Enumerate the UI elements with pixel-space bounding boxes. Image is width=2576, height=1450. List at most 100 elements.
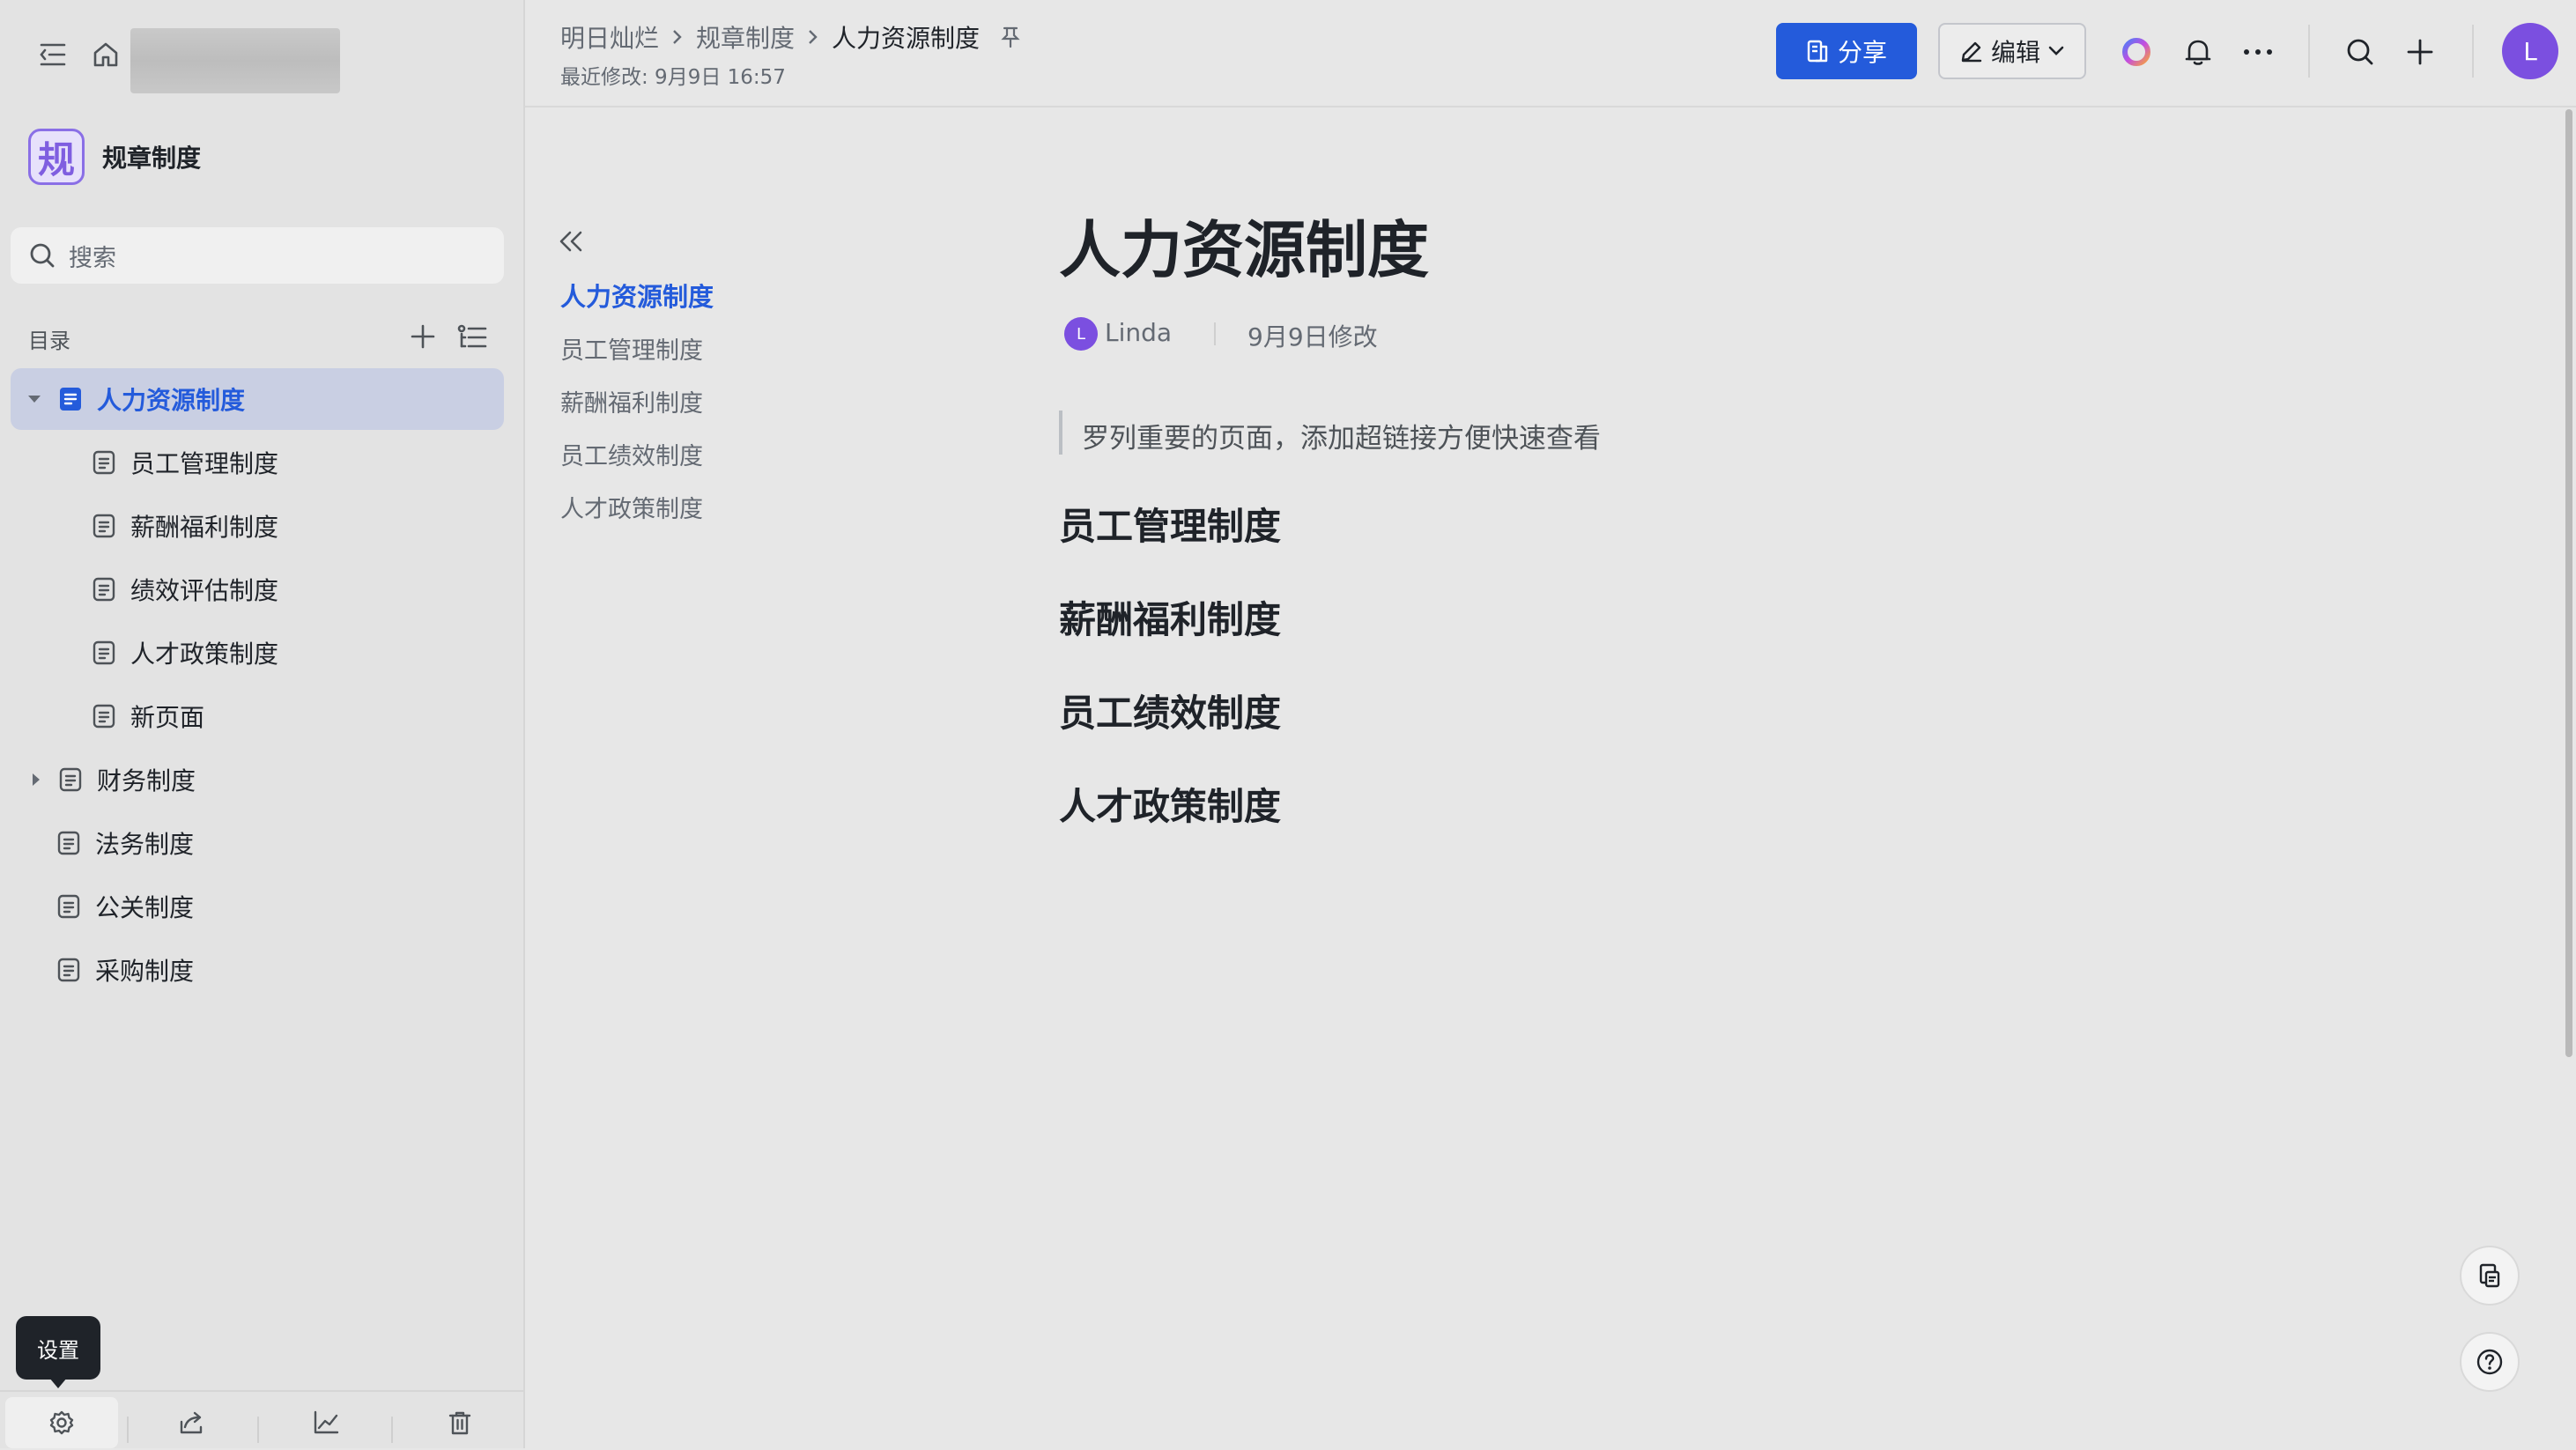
- breadcrumb-item-current[interactable]: 人力资源制度: [832, 19, 980, 55]
- last-modified: 最近修改: 9月9日 16:57: [560, 66, 786, 89]
- tree-item-hr[interactable]: 人力资源制度: [11, 368, 504, 430]
- chevron-right-icon: [809, 30, 818, 44]
- settings-tooltip: 设置: [16, 1316, 100, 1380]
- pencil-icon: [1961, 41, 1982, 63]
- breadcrumb-item-space[interactable]: 规章制度: [696, 19, 795, 55]
- global-search-icon[interactable]: [2340, 32, 2380, 72]
- header-divider-line: [525, 106, 2576, 107]
- tree-item-finance[interactable]: 财务制度: [11, 749, 196, 810]
- outline-item-performance[interactable]: 员工绩效制度: [560, 437, 703, 471]
- document-icon: [93, 640, 115, 665]
- breadcrumb: 明日灿烂 规章制度 人力资源制度: [560, 19, 1022, 55]
- author-name[interactable]: Linda: [1105, 318, 1172, 347]
- blurred-workspace-name: [130, 28, 340, 93]
- heading-talent[interactable]: 人才政策制度: [1059, 777, 1281, 831]
- search-placeholder: 搜索: [69, 244, 116, 272]
- share-out-button[interactable]: [157, 1401, 227, 1445]
- space-logo: 规: [28, 129, 85, 185]
- help-button[interactable]: [2460, 1332, 2520, 1392]
- document-icon: [93, 704, 115, 729]
- quote-bar: [1059, 411, 1062, 455]
- add-page-icon[interactable]: [405, 319, 440, 354]
- chart-line-icon: [314, 1410, 339, 1434]
- edit-label: 编辑: [1990, 38, 2040, 67]
- share-button[interactable]: 分享: [1776, 23, 1917, 79]
- collapse-outline-icon[interactable]: [553, 224, 588, 259]
- tree-item-new-page[interactable]: 新页面: [11, 685, 204, 747]
- create-icon[interactable]: [2400, 32, 2440, 72]
- tree-item-label: 员工管理制度: [130, 449, 279, 478]
- user-avatar[interactable]: L: [2502, 23, 2558, 79]
- more-icon[interactable]: [2238, 32, 2278, 72]
- tree-item-label: 人力资源制度: [97, 386, 246, 415]
- home-icon[interactable]: [86, 35, 125, 74]
- tree-item-procurement[interactable]: 采购制度: [11, 939, 194, 1001]
- header-divider: [2472, 25, 2474, 78]
- copy-doc-button[interactable]: [2460, 1246, 2520, 1306]
- outline-item-talent[interactable]: 人才政策制度: [560, 490, 703, 524]
- share-label: 分享: [1837, 38, 1887, 67]
- document-icon: [93, 577, 115, 602]
- author-avatar[interactable]: L: [1064, 317, 1098, 351]
- settings-button[interactable]: [5, 1397, 118, 1448]
- share-arrow-icon: [180, 1411, 203, 1434]
- tree-item-label: 新页面: [130, 703, 205, 732]
- tree-item-label: 绩效评估制度: [130, 576, 279, 605]
- document-title[interactable]: 人力资源制度: [1059, 201, 1429, 290]
- outline-item-salary[interactable]: 薪酬福利制度: [560, 384, 703, 418]
- chevron-down-icon: [2048, 46, 2064, 55]
- bell-icon[interactable]: [2178, 32, 2218, 72]
- tree-item-label: 采购制度: [95, 957, 195, 986]
- sidebar: 规 规章制度 搜索 目录 人力资源制度 员工管理制度 薪酬福利制度 绩效评估制度…: [0, 0, 525, 1448]
- tree-item-legal[interactable]: 法务制度: [11, 812, 194, 874]
- tree-item-label: 薪酬福利制度: [130, 513, 279, 542]
- space-name: 规章制度: [102, 144, 202, 173]
- caret-down-icon[interactable]: [26, 391, 42, 407]
- tooltip-arrow: [49, 1378, 67, 1388]
- search-input[interactable]: 搜索: [11, 227, 504, 284]
- tree-item-label: 法务制度: [95, 830, 195, 859]
- sidebar-bottom-toolbar: [0, 1390, 523, 1450]
- tree-item-performance[interactable]: 绩效评估制度: [11, 559, 278, 620]
- tree-item-label: 公关制度: [95, 893, 195, 922]
- heading-salary[interactable]: 薪酬福利制度: [1059, 590, 1281, 644]
- outline-item-hr[interactable]: 人力资源制度: [560, 277, 714, 314]
- caret-right-icon[interactable]: [28, 772, 44, 788]
- modified-date: 9月9日修改: [1247, 322, 1378, 351]
- toc-label: 目录: [28, 329, 70, 353]
- analytics-button[interactable]: [291, 1401, 361, 1445]
- quote-text[interactable]: 罗列重要的页面，添加超链接方便快速查看: [1082, 416, 1601, 455]
- chevron-right-icon: [673, 30, 682, 44]
- share-doc-icon: [1807, 40, 1828, 63]
- pin-icon[interactable]: [999, 26, 1022, 48]
- document-icon: [57, 894, 80, 919]
- heading-employee-mgmt[interactable]: 员工管理制度: [1059, 497, 1281, 551]
- document-icon: [57, 958, 80, 982]
- tree-item-label: 财务制度: [97, 766, 196, 795]
- ai-assistant-icon[interactable]: [2116, 32, 2157, 72]
- search-icon: [30, 243, 55, 268]
- outline-item-employee-mgmt[interactable]: 员工管理制度: [560, 331, 703, 366]
- tree-item-label: 人才政策制度: [130, 640, 279, 669]
- document-icon: [93, 514, 115, 538]
- tree-item-talent[interactable]: 人才政策制度: [11, 622, 278, 684]
- document-icon: [60, 388, 81, 411]
- tree-options-icon[interactable]: [453, 319, 492, 354]
- heading-performance[interactable]: 员工绩效制度: [1059, 684, 1281, 737]
- copy-icon: [2479, 1263, 2500, 1288]
- tree-item-salary[interactable]: 薪酬福利制度: [11, 495, 278, 557]
- help-icon: [2476, 1349, 2503, 1375]
- meta-divider: [1214, 322, 1216, 345]
- document-icon: [59, 767, 82, 792]
- scrollbar[interactable]: [2565, 109, 2572, 1057]
- trash-button[interactable]: [425, 1401, 495, 1445]
- gear-icon: [49, 1410, 74, 1435]
- collapse-sidebar-icon[interactable]: [33, 35, 72, 74]
- edit-button[interactable]: 编辑: [1938, 23, 2086, 79]
- tree-item-employee-mgmt[interactable]: 员工管理制度: [11, 432, 278, 493]
- trash-icon: [448, 1411, 471, 1435]
- breadcrumb-item-workspace[interactable]: 明日灿烂: [560, 19, 659, 55]
- document-icon: [57, 831, 80, 855]
- tree-item-pr[interactable]: 公关制度: [11, 876, 194, 937]
- header-divider: [2308, 25, 2310, 78]
